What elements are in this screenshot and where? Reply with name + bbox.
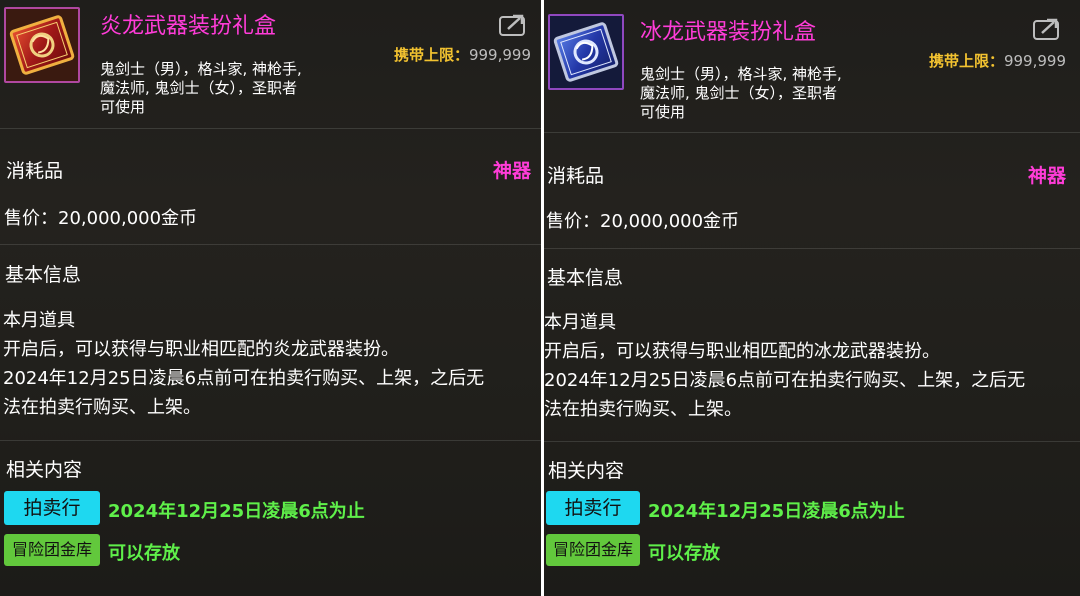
usable-line: 鬼剑士（男），格斗家, 神枪手, xyxy=(640,65,842,83)
desc-line: 本月道具 xyxy=(544,312,616,333)
desc-line: 2024年12月25日凌晨6点前可在拍卖行购买、上架，之后无 xyxy=(3,368,485,389)
basic-info-heading: 基本信息 xyxy=(5,264,82,286)
giftbox-ice-graphic xyxy=(550,16,622,88)
carry-limit: 携带上限：999,999 xyxy=(394,44,531,65)
item-category: 消耗品 xyxy=(6,160,64,182)
ice-dragon-giftbox-icon[interactable] xyxy=(548,14,624,90)
basic-info-heading: 基本信息 xyxy=(547,267,624,289)
auction-house-tag[interactable]: 拍卖行 xyxy=(4,491,100,525)
item-rarity: 神器 xyxy=(492,160,531,182)
item-tooltip-ice: 冰龙武器装扮礼盒 携带上限：999,999 鬼剑士（男），格斗家, 神枪手, 魔… xyxy=(544,0,1080,596)
divider xyxy=(544,441,1080,442)
item-price: 售价：20,000,000金币 xyxy=(546,211,740,232)
related-heading: 相关内容 xyxy=(6,459,83,481)
carry-limit-label: 携带上限： xyxy=(393,46,469,64)
desc-line: 法在拍卖行购买、上架。 xyxy=(3,397,201,418)
desc-line: 本月道具 xyxy=(3,310,75,331)
item-title: 炎龙武器装扮礼盒 xyxy=(100,14,277,39)
auction-deadline-text: 2024年12月25日凌晨6点为止 xyxy=(108,501,365,522)
dragon-flame-giftbox-icon[interactable] xyxy=(4,7,80,83)
divider xyxy=(544,248,1080,249)
divider xyxy=(544,132,1080,133)
usable-line: 可使用 xyxy=(100,98,146,116)
usable-classes: 鬼剑士（男），格斗家, 神枪手, 魔法师, 鬼剑士（女），圣职者 可使用 xyxy=(640,65,842,122)
storage-status-text: 可以存放 xyxy=(648,543,720,564)
usable-line: 可使用 xyxy=(640,103,686,121)
item-price: 售价：20,000,000金币 xyxy=(4,208,198,229)
item-description: 本月道具 开启后，可以获得与职业相匹配的炎龙武器装扮。 2024年12月25日凌… xyxy=(3,306,533,422)
auction-deadline-text: 2024年12月25日凌晨6点为止 xyxy=(648,501,905,522)
adventure-vault-tag[interactable]: 冒险团金库 xyxy=(4,534,100,566)
desc-line: 开启后，可以获得与职业相匹配的冰龙武器装扮。 xyxy=(544,341,940,362)
desc-line: 2024年12月25日凌晨6点前可在拍卖行购买、上架，之后无 xyxy=(544,370,1026,391)
share-icon[interactable] xyxy=(498,12,528,38)
carry-limit-value: 999,999 xyxy=(468,46,531,64)
item-category: 消耗品 xyxy=(547,165,605,187)
item-description: 本月道具 开启后，可以获得与职业相匹配的冰龙武器装扮。 2024年12月25日凌… xyxy=(544,308,1074,424)
share-icon[interactable] xyxy=(1032,16,1062,42)
usable-line: 魔法师, 鬼剑士（女），圣职者 xyxy=(640,84,838,102)
item-tooltip-flame: 炎龙武器装扮礼盒 携带上限：999,999 鬼剑士（男），格斗家, 神枪手, 魔… xyxy=(0,0,541,596)
usable-line: 魔法师, 鬼剑士（女），圣职者 xyxy=(100,79,298,97)
divider xyxy=(0,244,541,245)
carry-limit-value: 999,999 xyxy=(1003,52,1066,70)
item-title: 冰龙武器装扮礼盒 xyxy=(640,20,817,45)
item-rarity: 神器 xyxy=(1027,165,1066,187)
adventure-vault-tag[interactable]: 冒险团金库 xyxy=(546,534,640,566)
auction-house-tag[interactable]: 拍卖行 xyxy=(546,491,640,525)
storage-status-text: 可以存放 xyxy=(108,543,180,564)
giftbox-flame-graphic xyxy=(6,9,78,81)
divider xyxy=(0,440,541,441)
carry-limit: 携带上限：999,999 xyxy=(929,50,1066,71)
carry-limit-label: 携带上限： xyxy=(928,52,1004,70)
usable-classes: 鬼剑士（男），格斗家, 神枪手, 魔法师, 鬼剑士（女），圣职者 可使用 xyxy=(100,60,302,117)
divider xyxy=(0,128,541,129)
desc-line: 法在拍卖行购买、上架。 xyxy=(544,399,742,420)
usable-line: 鬼剑士（男），格斗家, 神枪手, xyxy=(100,60,302,78)
related-heading: 相关内容 xyxy=(548,460,625,482)
desc-line: 开启后，可以获得与职业相匹配的炎龙武器装扮。 xyxy=(3,339,399,360)
